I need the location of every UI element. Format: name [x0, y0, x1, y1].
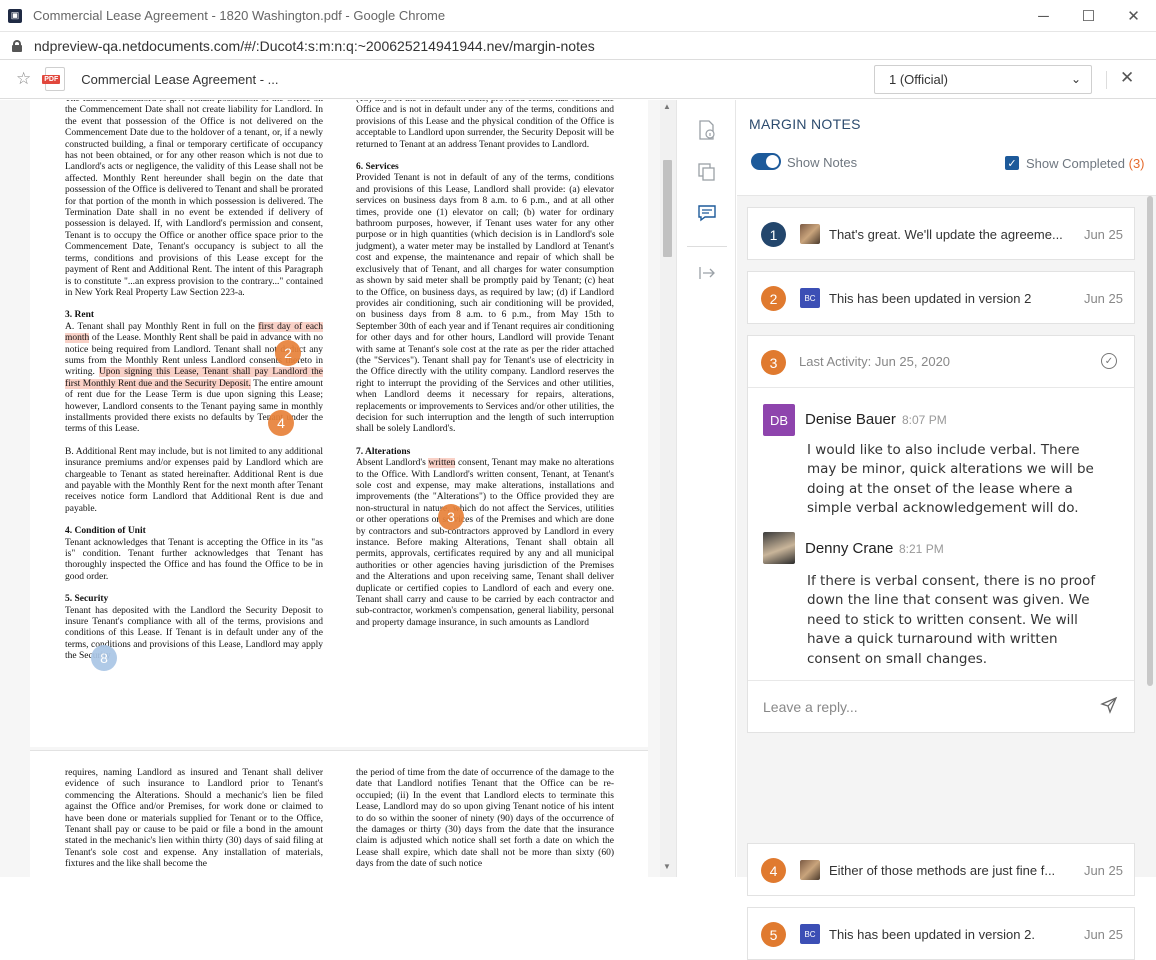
notes-list: 1 That's great. We'll update the agreeme… — [737, 195, 1156, 960]
note-number: 1 — [761, 222, 786, 247]
show-completed-checkbox[interactable]: ✓ — [1005, 156, 1019, 170]
note-marker-8[interactable]: 8 — [91, 645, 117, 671]
scroll-down-icon[interactable]: ▼ — [663, 862, 671, 871]
note-date: Jun 25 — [1083, 227, 1123, 242]
note-number: 4 — [761, 858, 786, 883]
pdf-label: PDF — [42, 75, 61, 84]
note-marker-4[interactable]: 4 — [268, 410, 294, 436]
close-viewer-button[interactable]: ✕ — [1120, 68, 1134, 88]
note-marker-2[interactable]: 2 — [275, 340, 301, 366]
document-info-icon[interactable] — [697, 120, 717, 140]
page1-left-column: The failure of Landlord to give Tenant p… — [65, 100, 323, 674]
show-notes-toggle[interactable] — [751, 153, 781, 170]
panel-title: MARGIN NOTES — [749, 116, 861, 132]
note-card[interactable]: 1 That's great. We'll update the agreeme… — [747, 207, 1135, 260]
paragraph: Absent Landlord's written consent, Tenan… — [356, 458, 614, 628]
expanded-note-card: 3 Last Activity: Jun 25, 2020 ✓ DB Denis… — [747, 335, 1135, 733]
margin-notes-panel: MARGIN NOTES Show Notes ✓ Show Completed… — [737, 100, 1156, 960]
chevron-down-icon: ⌄ — [1070, 72, 1081, 86]
pdf-file-icon: PDF — [42, 67, 66, 91]
comment-author: Denise Bauer — [805, 411, 896, 428]
panel-scrollbar[interactable] — [1144, 196, 1156, 877]
url-text[interactable]: ndpreview-qa.netdocuments.com/#/:Ducot4:… — [34, 38, 595, 54]
note-date: Jun 25 — [1083, 863, 1123, 878]
section-heading: 7. Alterations — [356, 446, 411, 457]
user-avatar: BC — [800, 924, 820, 944]
lock-icon — [12, 39, 22, 52]
window-titlebar: ▣ Commercial Lease Agreement - 1820 Wash… — [0, 0, 1156, 32]
show-completed-label: Show Completed (3) — [1026, 156, 1145, 171]
note-preview: That's great. We'll update the agreeme..… — [829, 227, 1063, 242]
show-notes-label: Show Notes — [787, 155, 858, 170]
address-bar[interactable]: ndpreview-qa.netdocuments.com/#/:Ducot4:… — [0, 32, 1156, 60]
page2-right-column: the period of time from the date of occu… — [356, 768, 614, 870]
comment-time: 8:07 PM — [902, 413, 947, 427]
comment-time: 8:21 PM — [899, 542, 944, 556]
close-window-button[interactable]: ✕ — [1111, 0, 1156, 32]
version-select[interactable]: 1 (Official) ⌄ — [874, 65, 1092, 94]
page1-right-column: (15) days of the Termination Date, provi… — [356, 100, 614, 674]
version-selected: 1 (Official) — [889, 72, 948, 87]
section-heading: 5. Security — [65, 594, 109, 605]
note-date: Jun 25 — [1083, 291, 1123, 306]
versions-icon[interactable] — [697, 162, 717, 182]
note-marker-3[interactable]: 3 — [438, 504, 464, 530]
expanded-note-header[interactable]: 3 Last Activity: Jun 25, 2020 ✓ — [748, 336, 1134, 388]
paragraph: The failure of Landlord to give Tenant p… — [65, 100, 323, 298]
section-heading: 4. Condition of Unit — [65, 526, 146, 537]
paragraph: (15) days of the Termination Date, provi… — [356, 100, 614, 150]
user-avatar — [800, 224, 820, 244]
viewer-scrollbar[interactable]: ▲ ▼ — [660, 100, 676, 877]
avatar — [763, 532, 795, 564]
window-title: Commercial Lease Agreement - 1820 Washin… — [33, 8, 446, 23]
document-title: Commercial Lease Agreement - ... — [81, 71, 279, 87]
header-divider — [1106, 71, 1107, 89]
collapse-panel-icon[interactable] — [697, 263, 717, 283]
reply-input[interactable]: Leave a reply... — [763, 699, 858, 715]
document-header: ☆ PDF Commercial Lease Agreement - ... 1… — [0, 60, 1156, 99]
user-avatar — [800, 860, 820, 880]
minimize-button[interactable]: ─ — [1021, 0, 1066, 32]
window-controls: ─ ☐ ✕ — [1021, 0, 1156, 32]
paragraph: Tenant acknowledges that Tenant is accep… — [65, 537, 323, 582]
highlight-note-3[interactable]: written — [428, 458, 456, 469]
note-card[interactable]: 4 Either of those methods are just fine … — [747, 843, 1135, 896]
app-icon: ▣ — [8, 8, 22, 23]
note-card[interactable]: 2 BC This has been updated in version 2 … — [747, 271, 1135, 324]
page2-left-column: requires, naming Landlord as insured and… — [65, 768, 323, 870]
comment-body: I would like to also include verbal. The… — [807, 442, 1094, 517]
favorite-star-icon[interactable]: ☆ — [16, 69, 31, 89]
paragraph: B. Additional Rent may include, but is n… — [65, 446, 323, 514]
note-number: 2 — [761, 286, 786, 311]
note-preview: This has been updated in version 2. — [829, 927, 1035, 942]
maximize-button[interactable]: ☐ — [1066, 0, 1111, 32]
document-page-1: The failure of Landlord to give Tenant p… — [30, 100, 648, 747]
last-activity: Last Activity: Jun 25, 2020 — [799, 354, 951, 369]
comment-author: Denny Crane — [805, 540, 894, 557]
scrollbar-thumb[interactable] — [663, 160, 672, 257]
comment-body: If there is verbal consent, there is no … — [807, 573, 1096, 667]
note-date: Jun 25 — [1083, 927, 1123, 942]
note-preview: This has been updated in version 2 — [829, 291, 1032, 306]
tool-rail — [676, 100, 736, 877]
section-heading: 6. Services — [356, 162, 399, 173]
document-viewer[interactable]: The failure of Landlord to give Tenant p… — [0, 100, 676, 877]
margin-notes-icon[interactable] — [697, 203, 717, 223]
note-card[interactable]: 5 BC This has been updated in version 2.… — [747, 907, 1135, 960]
send-icon[interactable] — [1100, 696, 1118, 719]
scroll-up-icon[interactable]: ▲ — [663, 102, 671, 111]
paragraph: Provided Tenant is not in default of any… — [356, 173, 614, 435]
completed-count: (3) — [1128, 156, 1145, 171]
note-preview: Either of those methods are just fine f.… — [829, 863, 1056, 878]
document-page-2: requires, naming Landlord as insured and… — [30, 750, 648, 877]
complete-note-icon[interactable]: ✓ — [1101, 353, 1117, 369]
avatar: DB — [763, 404, 795, 436]
rail-divider — [687, 246, 727, 247]
note-number: 3 — [761, 350, 786, 375]
panel-scrollbar-thumb[interactable] — [1147, 196, 1153, 686]
reply-box[interactable]: Leave a reply... — [748, 680, 1134, 732]
note-number: 5 — [761, 922, 786, 947]
section-heading: 3. Rent — [65, 310, 95, 321]
user-avatar: BC — [800, 288, 820, 308]
